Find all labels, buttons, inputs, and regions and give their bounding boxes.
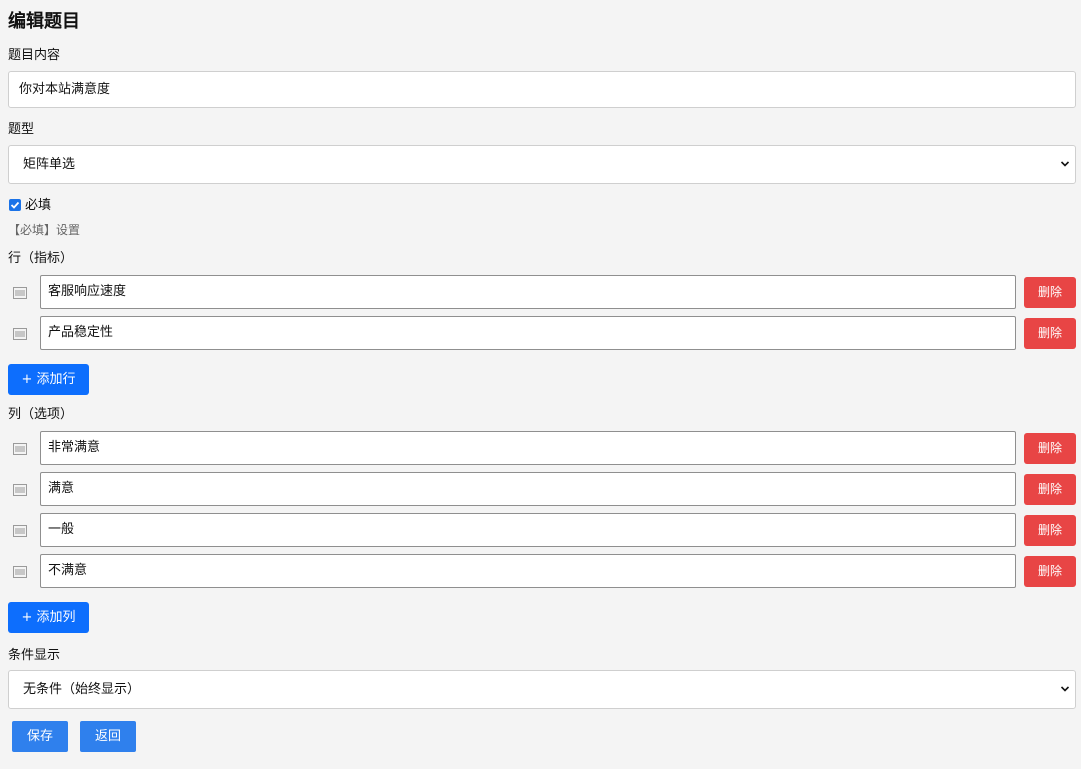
delete-button[interactable]: 删除 xyxy=(1024,474,1076,505)
delete-button[interactable]: 删除 xyxy=(1024,556,1076,587)
drag-handle-icon[interactable] xyxy=(13,484,27,496)
drag-handle-icon[interactable] xyxy=(13,443,27,455)
delete-button[interactable]: 删除 xyxy=(1024,515,1076,546)
cols-label: 列（选项） xyxy=(8,407,74,422)
type-select-value: 矩阵单选 xyxy=(23,157,76,172)
content-label: 题目内容 xyxy=(8,48,61,63)
col-item-input[interactable]: 一般 xyxy=(40,513,1016,547)
chevron-down-icon xyxy=(1061,161,1069,167)
page-title: 编辑题目 xyxy=(8,11,80,32)
required-checkbox[interactable] xyxy=(9,199,21,211)
condition-select[interactable]: 无条件（始终显示） xyxy=(8,670,1076,709)
chevron-down-icon xyxy=(1061,686,1069,692)
required-label[interactable]: 必填 xyxy=(25,197,51,215)
type-select[interactable]: 矩阵单选 xyxy=(8,145,1076,184)
row-item-input[interactable]: 产品稳定性 xyxy=(40,316,1016,350)
condition-label: 条件显示 xyxy=(8,648,61,663)
content-input[interactable]: 你对本站满意度 xyxy=(8,71,1076,108)
condition-select-value: 无条件（始终显示） xyxy=(23,682,141,697)
col-item-input[interactable]: 满意 xyxy=(40,472,1016,506)
back-button[interactable]: 返回 xyxy=(80,721,136,752)
delete-button[interactable]: 删除 xyxy=(1024,433,1076,464)
delete-button[interactable]: 删除 xyxy=(1024,318,1076,349)
row-item-input[interactable]: 客服响应速度 xyxy=(40,275,1016,309)
check-icon xyxy=(10,201,20,209)
drag-handle-icon[interactable] xyxy=(13,328,27,340)
add-row-button[interactable]: + 添加行 xyxy=(8,364,89,395)
col-item-input[interactable]: 非常满意 xyxy=(40,431,1016,465)
type-label: 题型 xyxy=(8,122,35,137)
drag-handle-icon[interactable] xyxy=(13,525,27,537)
delete-button[interactable]: 删除 xyxy=(1024,277,1076,308)
drag-handle-icon[interactable] xyxy=(13,566,27,578)
required-hint: 【必填】设置 xyxy=(8,223,81,237)
add-col-button[interactable]: + 添加列 xyxy=(8,602,89,633)
col-item-input[interactable]: 不满意 xyxy=(40,554,1016,588)
drag-handle-icon[interactable] xyxy=(13,287,27,299)
save-button[interactable]: 保存 xyxy=(12,721,68,752)
rows-label: 行（指标） xyxy=(8,251,74,266)
